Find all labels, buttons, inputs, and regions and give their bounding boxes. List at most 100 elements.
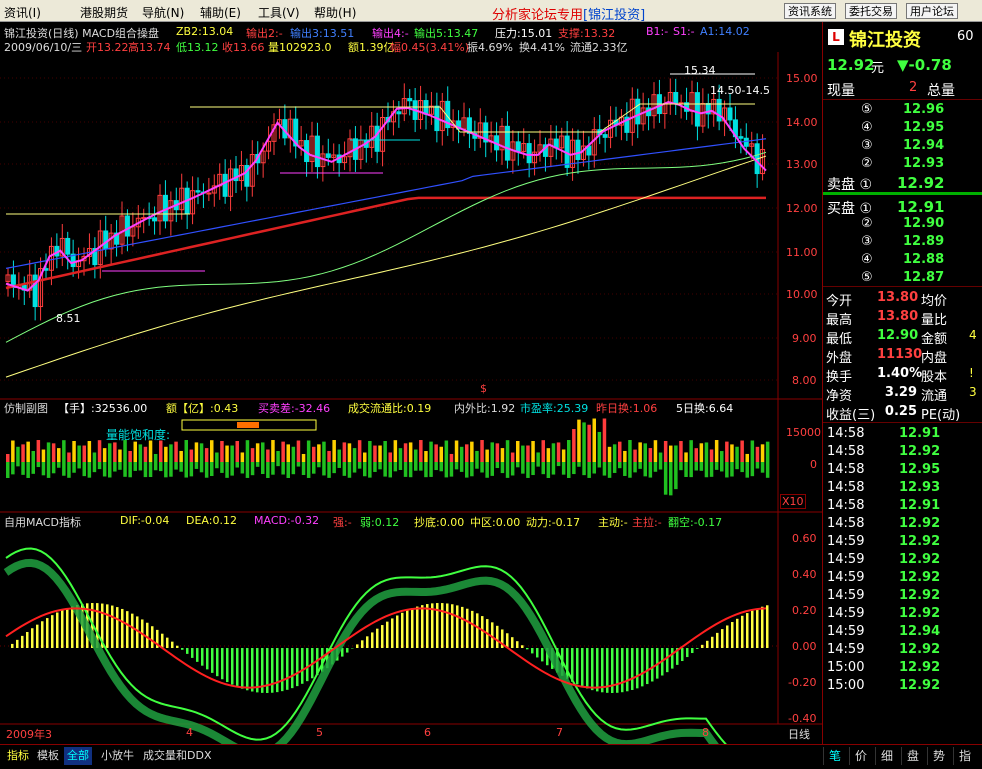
volume-bar-down: [16, 462, 20, 466]
volume-bar-up: [322, 442, 326, 462]
volume-bar-down: [144, 462, 148, 477]
volume-bar-up: [312, 447, 316, 462]
sell-level-price: 12.93: [903, 156, 944, 171]
price-unit: 元: [871, 57, 884, 76]
menu-item-hk-futures[interactable]: 港股期货: [80, 4, 128, 21]
volume-bar-down: [501, 462, 505, 473]
volume-bar-down: [154, 462, 158, 470]
macd-histogram-bar: [206, 648, 209, 669]
volume-bar-down: [399, 462, 403, 470]
news-system-button[interactable]: 资讯系统: [784, 3, 836, 19]
volume-bar-up: [623, 451, 627, 462]
volume-bar-down: [246, 462, 250, 478]
volume-bar-up: [6, 454, 10, 462]
volume-bar-down: [689, 462, 693, 477]
volume-bar-down: [720, 462, 724, 471]
volume-bar-down: [644, 462, 648, 476]
menu-item-info[interactable]: 资讯(I): [4, 4, 41, 21]
volume-bar-down: [6, 462, 10, 478]
macd-mid: 中区:0.00: [470, 514, 520, 530]
tab-book[interactable]: 盘: [901, 747, 924, 765]
tab-price[interactable]: 价: [849, 747, 872, 765]
period-label[interactable]: 日线: [788, 726, 810, 742]
menu-item-tools[interactable]: 工具(V): [258, 4, 300, 21]
tab-trend[interactable]: 势: [927, 747, 950, 765]
volume-bar-down: [225, 462, 229, 478]
volume-bar-down: [77, 462, 81, 468]
volume-bar-up: [185, 440, 189, 462]
x10-badge[interactable]: X10: [780, 494, 806, 509]
buy-level-price: 12.88: [903, 252, 944, 267]
volume-bar-up: [567, 440, 571, 462]
tab-tick[interactable]: 笔: [823, 747, 846, 765]
macd-flip: 翻空:-0.17: [668, 514, 722, 530]
tick-price: 12.91: [899, 498, 940, 513]
volume-bar-down: [118, 462, 122, 470]
volume-bar-down: [256, 462, 260, 467]
volume-bar-down: [679, 462, 683, 470]
volume-bar-down: [205, 462, 209, 478]
stat-label: 最高: [826, 309, 852, 328]
forum-button[interactable]: 用户论坛: [906, 3, 958, 19]
macd-histogram-bar: [471, 611, 474, 648]
divider: [823, 422, 982, 423]
volume-bar-down: [312, 462, 316, 474]
macd-histogram-bar: [71, 606, 74, 648]
volume-bar-up: [179, 451, 183, 462]
volume-bar-down: [83, 462, 87, 476]
volume-bar-up: [455, 441, 459, 462]
tab-indicator[interactable]: 指标: [4, 747, 32, 765]
candle-body: [527, 144, 531, 163]
volume-bar-down: [190, 462, 194, 476]
stat-label: 外盘: [826, 347, 852, 366]
volume-bar-down: [215, 462, 219, 468]
volume-bar-up: [11, 441, 15, 462]
volume-bar-up: [419, 440, 423, 462]
macd-histogram-bar: [361, 640, 364, 648]
macd-histogram-bar: [411, 608, 414, 648]
saturation-fill: [237, 422, 259, 428]
macd-histogram-bar: [586, 648, 589, 689]
menu-item-assist[interactable]: 辅助(E): [200, 4, 241, 21]
stock-code: 60: [957, 29, 974, 44]
stat-value: !: [969, 366, 974, 380]
candle-body: [739, 137, 743, 139]
tab-all[interactable]: 全部: [64, 747, 92, 765]
tab-volume-ddx[interactable]: 成交量和DDX: [140, 747, 214, 765]
volume-bar-up: [77, 446, 81, 462]
volume-bar-down: [72, 462, 76, 473]
macd-histogram-bar: [451, 604, 454, 648]
volume-bar-down: [608, 462, 612, 478]
chart-canvas[interactable]: [0, 22, 822, 744]
volume-bar-down: [567, 462, 571, 478]
tab-template[interactable]: 模板: [34, 747, 62, 765]
volume-bar-up: [159, 441, 163, 462]
tab-detail[interactable]: 细: [875, 747, 898, 765]
sell-level-label: ④: [861, 120, 873, 135]
tab-xiaofangniu[interactable]: 小放牛: [98, 747, 137, 765]
tick-time: 14:58: [827, 480, 864, 495]
trade-button[interactable]: 委托交易: [845, 3, 897, 19]
volume-bar-down: [11, 462, 15, 474]
macd-histogram-bar: [621, 648, 624, 692]
divider: [823, 99, 982, 100]
volume-bar-down: [358, 462, 362, 469]
volume-bar-down: [103, 462, 107, 476]
volume-bar-down: [47, 462, 51, 478]
volume-bar-down: [52, 462, 56, 473]
volume-bar-up: [577, 420, 581, 462]
macd-histogram-bar: [731, 622, 734, 648]
macd-histogram-bar: [281, 648, 284, 691]
x-axis-label: 6: [424, 726, 431, 739]
macd-weak: 弱:0.12: [360, 514, 399, 530]
stat-value: 11130: [877, 347, 917, 362]
menu-item-navigate[interactable]: 导航(N): [142, 4, 184, 21]
macd-histogram-bar: [16, 640, 19, 648]
sell-level-price: 12.95: [903, 120, 944, 135]
macd-histogram-bar: [466, 609, 469, 648]
volume-bar-up: [649, 448, 653, 462]
volume-bar-up: [287, 444, 291, 462]
menu-item-help[interactable]: 帮助(H): [314, 4, 356, 21]
volume-bar-down: [195, 462, 199, 469]
tab-index[interactable]: 指: [953, 747, 976, 765]
